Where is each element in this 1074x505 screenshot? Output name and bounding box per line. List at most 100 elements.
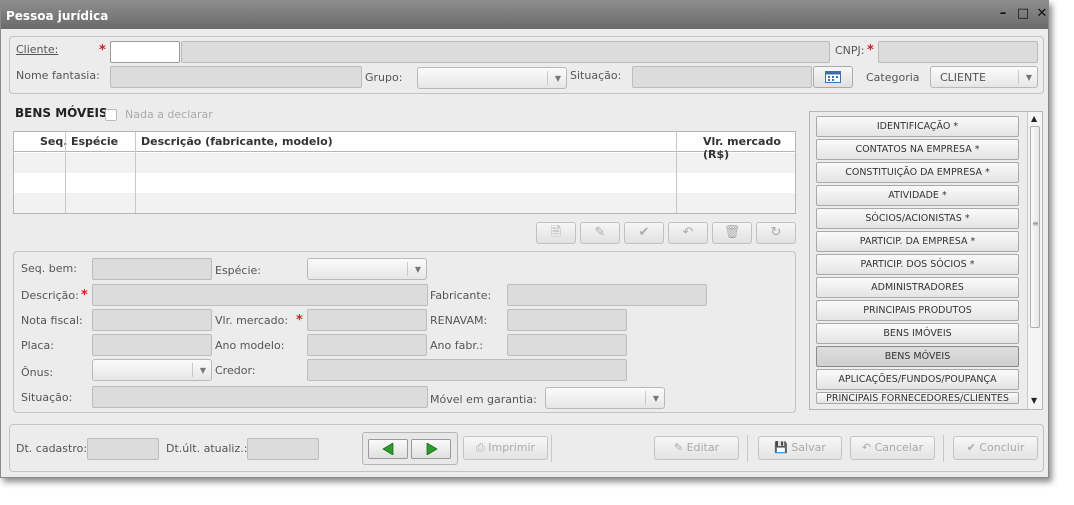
nada-declarar-checkbox[interactable] xyxy=(105,109,117,121)
especie-label: Espécie: xyxy=(215,264,262,277)
imprimir-button[interactable]: ⎙ Imprimir xyxy=(463,436,548,460)
editar-button[interactable]: ✎ Editar xyxy=(654,436,739,460)
edit-record-button[interactable]: ✎ xyxy=(580,222,620,244)
renavam-label: RENAVAM: xyxy=(430,314,488,327)
salvar-label: Salvar xyxy=(791,441,826,454)
scrollbar-thumb[interactable]: ≡ xyxy=(1030,126,1040,328)
section-nav-item[interactable]: SÓCIOS/ACIONISTAS * xyxy=(816,208,1019,229)
placa-field[interactable] xyxy=(92,334,212,356)
cliente-code-input[interactable] xyxy=(110,41,180,63)
seq-bem-label: Seq. bem: xyxy=(21,262,77,275)
header-panel: Cliente: * CNPJ: * Nome fantasia: Grupo:… xyxy=(9,36,1044,94)
credor-field[interactable] xyxy=(307,359,627,381)
chevron-down-icon: ▼ xyxy=(652,394,659,403)
minimize-icon[interactable]: – xyxy=(996,7,1010,21)
onus-label: Ônus: xyxy=(21,366,54,379)
editar-label: Editar xyxy=(686,441,720,454)
situacao-bem-field xyxy=(92,386,428,408)
chevron-down-icon: ▼ xyxy=(414,265,421,274)
calendar-icon xyxy=(825,71,841,83)
window-title: Pessoa jurídica xyxy=(6,9,109,23)
renavam-field[interactable] xyxy=(507,309,627,331)
arrow-right-icon xyxy=(426,443,438,455)
movel-garantia-select[interactable]: ▼ xyxy=(545,387,665,409)
dt-ult-label: Dt.últ. atualiz.: xyxy=(166,442,248,455)
scroll-down-icon[interactable]: ▼ xyxy=(1031,396,1037,405)
ano-fabr-label: Ano fabr.: xyxy=(430,339,484,352)
vlr-mercado-label: Vlr. mercado: xyxy=(215,314,289,327)
vertical-scrollbar[interactable]: ▲ ≡ ▼ xyxy=(1027,112,1042,409)
section-nav-item[interactable]: CONSTITUIÇÃO DA EMPRESA * xyxy=(816,162,1019,183)
required-marker: * xyxy=(99,43,106,58)
dt-cadastro-label: Dt. cadastro: xyxy=(16,442,88,455)
placa-label: Placa: xyxy=(21,339,54,352)
fabricante-field[interactable] xyxy=(507,284,707,306)
credor-label: Credor: xyxy=(215,364,256,377)
categoria-select[interactable]: CLIENTE ▼ xyxy=(930,66,1038,88)
calendar-button[interactable] xyxy=(813,66,853,88)
refresh-button[interactable]: ↻ xyxy=(756,222,796,244)
descricao-field[interactable] xyxy=(92,284,428,306)
concluir-button[interactable]: ✔ Concluir xyxy=(953,436,1038,460)
section-nav-item[interactable]: PARTICIP. DOS SÓCIOS * xyxy=(816,254,1019,275)
section-nav-item[interactable]: BENS IMÓVEIS xyxy=(816,323,1019,344)
previous-button[interactable] xyxy=(368,439,408,459)
next-button[interactable] xyxy=(411,439,451,459)
nota-fiscal-field[interactable] xyxy=(92,309,212,331)
situacao-label: Situação: xyxy=(570,69,622,82)
especie-select[interactable]: ▼ xyxy=(307,258,427,280)
cancelar-button[interactable]: ↶ Cancelar xyxy=(850,436,935,460)
salvar-button[interactable]: 💾 Salvar xyxy=(758,436,842,460)
nada-declarar-label: Nada a declarar xyxy=(125,108,213,121)
table-row[interactable] xyxy=(14,153,795,173)
col-header-seq: Seq. xyxy=(40,135,68,148)
new-record-button[interactable]: 🗎 xyxy=(536,222,576,244)
onus-select[interactable]: ▼ xyxy=(92,359,212,381)
title-bar: Pessoa jurídica – □ ✕ xyxy=(1,1,1048,29)
grip-icon: ≡ xyxy=(1032,219,1039,228)
section-nav-item[interactable]: PARTICIP. DA EMPRESA * xyxy=(816,231,1019,252)
nome-fantasia-label: Nome fantasia: xyxy=(16,69,100,82)
nota-fiscal-label: Nota fiscal: xyxy=(21,314,83,327)
grupo-label: Grupo: xyxy=(365,71,403,84)
nav-group xyxy=(362,432,458,465)
grupo-select[interactable]: ▼ xyxy=(417,67,567,89)
bens-table[interactable]: Seq. Espécie Descrição (fabricante, mode… xyxy=(13,131,796,214)
ano-fabr-field[interactable] xyxy=(507,334,627,356)
section-nav-item[interactable]: BENS MÓVEIS xyxy=(816,346,1019,367)
close-icon[interactable]: ✕ xyxy=(1035,7,1049,21)
dt-cadastro-field xyxy=(87,438,159,460)
cnpj-field[interactable] xyxy=(878,41,1038,63)
situacao-field xyxy=(632,66,812,88)
section-nav-item[interactable]: ADMINISTRADORES xyxy=(816,277,1019,298)
arrow-left-icon xyxy=(382,443,394,455)
delete-record-button[interactable]: 🗑 xyxy=(712,222,752,244)
section-nav-item[interactable]: ATIVIDADE * xyxy=(816,185,1019,206)
ano-modelo-field[interactable] xyxy=(307,334,427,356)
descricao-label: Descrição: xyxy=(21,289,79,302)
required-marker: * xyxy=(81,288,88,303)
section-nav-item[interactable]: IDENTIFICAÇÃO * xyxy=(816,116,1019,137)
refresh-icon: ↻ xyxy=(770,225,782,240)
section-nav-item[interactable]: PRINCIPAIS FORNECEDORES/CLIENTES xyxy=(816,392,1019,404)
dt-ult-field xyxy=(247,438,319,460)
col-header-descricao: Descrição (fabricante, modelo) xyxy=(141,135,333,148)
undo-icon: ↶ xyxy=(861,441,872,454)
fabricante-label: Fabricante: xyxy=(430,289,492,302)
section-nav-item[interactable]: APLICAÇÕES/FUNDOS/POUPANÇA xyxy=(816,369,1019,390)
col-header-vlr-mercado: Vlr. mercado (R$) xyxy=(703,135,781,161)
section-nav-list: IDENTIFICAÇÃO * CONTATOS NA EMPRESA * CONS… xyxy=(809,111,1043,410)
vlr-mercado-field[interactable] xyxy=(307,309,427,331)
categoria-label: Categoria xyxy=(866,71,920,84)
situacao-bem-label: Situação: xyxy=(21,391,73,404)
table-row[interactable] xyxy=(14,173,795,193)
section-nav-item[interactable]: PRINCIPAIS PRODUTOS xyxy=(816,300,1019,321)
document-icon: 🗎 xyxy=(550,225,562,240)
undo-record-button[interactable]: ↶ xyxy=(668,222,708,244)
section-nav-item[interactable]: CONTATOS NA EMPRESA * xyxy=(816,139,1019,160)
maximize-icon[interactable]: □ xyxy=(1016,7,1030,21)
scroll-up-icon[interactable]: ▲ xyxy=(1031,114,1037,123)
confirm-record-button[interactable]: ✔ xyxy=(624,222,664,244)
table-row[interactable] xyxy=(14,193,795,213)
nome-fantasia-field[interactable] xyxy=(110,66,362,88)
